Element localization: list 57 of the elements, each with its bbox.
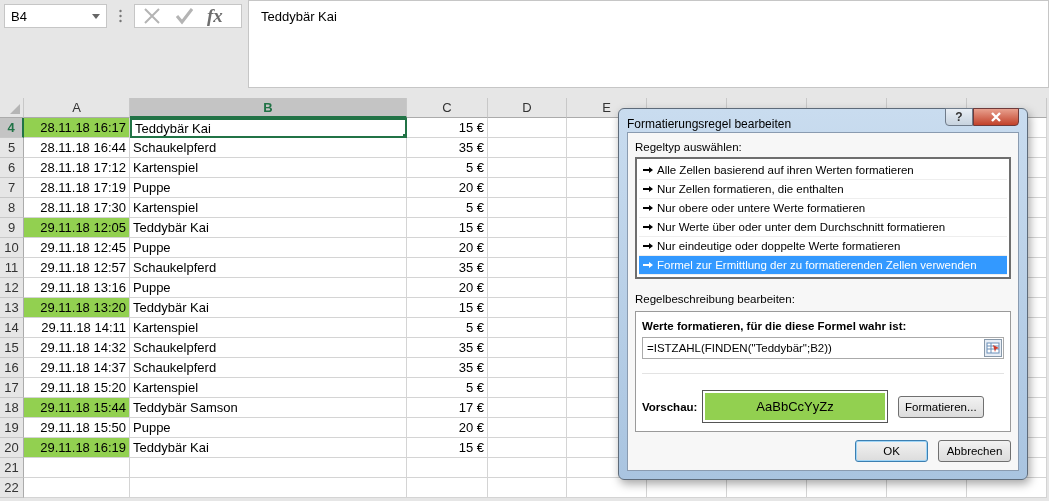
dialog-title: Formatierungsregel bearbeiten xyxy=(627,115,793,131)
table-cell: 29.11.18 15:44 xyxy=(24,398,130,418)
table-cell: Schaukelpferd xyxy=(130,338,407,358)
table-cell: 15 € xyxy=(407,218,488,238)
table-cell: Schaukelpferd xyxy=(130,358,407,378)
table-cell: 28.11.18 16:17 xyxy=(24,118,130,138)
table-cell: 20 € xyxy=(407,178,488,198)
table-cell: Puppe xyxy=(130,278,407,298)
formula-label: Werte formatieren, für die diese Formel wahr ist: xyxy=(642,320,908,332)
table-cell: 35 € xyxy=(407,138,488,158)
table-cell: 5 € xyxy=(407,378,488,398)
table-cell: 20 € xyxy=(407,418,488,438)
table-cell: 15 € xyxy=(407,438,488,458)
table-cell: 35 € xyxy=(407,358,488,378)
table-cell: 28.11.18 17:30 xyxy=(24,198,130,218)
table-cell: Puppe xyxy=(130,178,407,198)
table-cell: 28.11.18 17:12 xyxy=(24,158,130,178)
table-cell: 29.11.18 12:45 xyxy=(24,238,130,258)
table-cell: Teddybär Samson xyxy=(130,398,407,418)
preview-label: Vorschau: xyxy=(642,400,699,413)
table-cell: 5 € xyxy=(407,318,488,338)
table-cell: 28.11.18 16:44 xyxy=(24,138,130,158)
description-label: Regelbeschreibung bearbeiten: xyxy=(635,293,796,305)
table-cell: 29.11.18 15:50 xyxy=(24,418,130,438)
table-cell: 29.11.18 16:19 xyxy=(24,438,130,458)
table-cell: 17 € xyxy=(407,398,488,418)
table-cell: 20 € xyxy=(407,278,488,298)
table-cell: 29.11.18 12:57 xyxy=(24,258,130,278)
table-cell: 29.11.18 13:20 xyxy=(24,298,130,318)
table-cell: Schaukelpferd xyxy=(130,258,407,278)
table-cell: Teddybär Kai xyxy=(130,298,407,318)
table-cell: Kartenspiel xyxy=(130,378,407,398)
rule-type-label: Regeltyp auswählen: xyxy=(635,141,743,153)
table-cell: 20 € xyxy=(407,238,488,258)
table-cell: 15 € xyxy=(407,118,488,138)
table-cell: 29.11.18 15:20 xyxy=(24,378,130,398)
table-cell: Kartenspiel xyxy=(130,158,407,178)
table-cell: Puppe xyxy=(130,238,407,258)
table-cell: 29.11.18 14:37 xyxy=(24,358,130,378)
table-cell: Teddybär Kai xyxy=(130,118,407,138)
table-cell: Puppe xyxy=(130,418,407,438)
table-cell: Teddybär Kai xyxy=(130,438,407,458)
table-cell: 29.11.18 13:16 xyxy=(24,278,130,298)
table-cell: 15 € xyxy=(407,298,488,318)
format-preview: AaBbCcYyZz xyxy=(705,393,885,420)
table-cell: 35 € xyxy=(407,338,488,358)
table-cell: 35 € xyxy=(407,258,488,278)
table-cell: Kartenspiel xyxy=(130,318,407,338)
table-cell: Kartenspiel xyxy=(130,198,407,218)
table-cell: 29.11.18 14:32 xyxy=(24,338,130,358)
table-cell: 5 € xyxy=(407,198,488,218)
table-cell: Schaukelpferd xyxy=(130,138,407,158)
table-cell: 29.11.18 12:05 xyxy=(24,218,130,238)
table-cell: Teddybär Kai xyxy=(130,218,407,238)
table-cell: 28.11.18 17:19 xyxy=(24,178,130,198)
table-cell: 5 € xyxy=(407,158,488,178)
table-cell: 29.11.18 14:11 xyxy=(24,318,130,338)
